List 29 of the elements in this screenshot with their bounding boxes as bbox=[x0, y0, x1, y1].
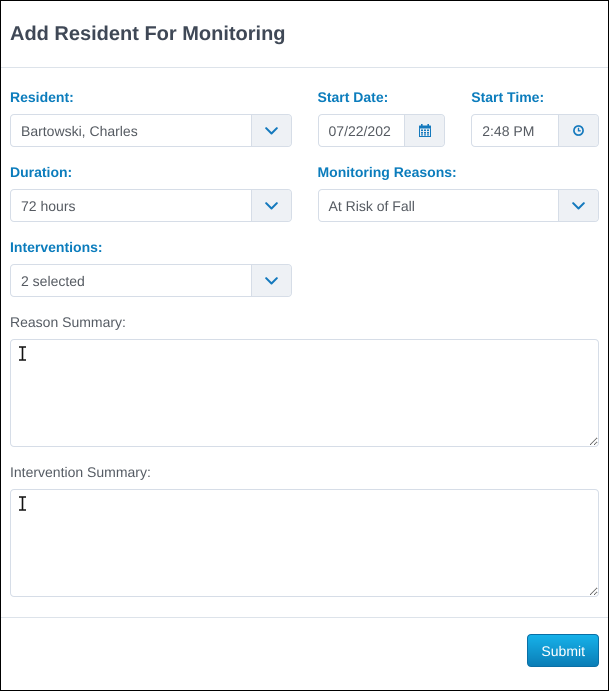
field-label: Start Date: bbox=[318, 89, 388, 106]
text-cursor-icon bbox=[18, 496, 27, 511]
calendar-button[interactable] bbox=[404, 115, 444, 146]
chevron-down-icon bbox=[264, 202, 278, 210]
clock-icon bbox=[573, 125, 584, 136]
dropdown[interactable]: At Risk of Fall bbox=[318, 189, 599, 222]
dropdown-toggle-button[interactable] bbox=[558, 190, 598, 221]
dropdown-toggle-button[interactable] bbox=[250, 115, 290, 146]
dropdown[interactable]: 2 selected bbox=[10, 264, 292, 297]
dropdown-toggle-button[interactable] bbox=[250, 265, 290, 296]
chevron-down-icon bbox=[264, 276, 278, 284]
dropdown-toggle-button[interactable] bbox=[250, 190, 290, 221]
chevron-down-icon bbox=[264, 126, 278, 134]
text-cursor-icon bbox=[18, 346, 27, 361]
field-label: Duration: bbox=[10, 164, 72, 181]
field-label: Interventions: bbox=[10, 239, 103, 256]
dropdown[interactable]: Bartowski, Charles bbox=[10, 114, 292, 147]
date-field[interactable]: 07/22/202 bbox=[318, 114, 446, 147]
time-field[interactable]: 2:48 PM bbox=[471, 114, 599, 147]
clock-button[interactable] bbox=[558, 115, 598, 146]
field-label: Monitoring Reasons: bbox=[318, 164, 457, 181]
dropdown[interactable]: 72 hours bbox=[10, 189, 292, 222]
field-label: Reason Summary: bbox=[10, 314, 126, 331]
field-label: Intervention Summary: bbox=[10, 464, 151, 481]
chevron-down-icon bbox=[572, 202, 585, 210]
field-label: Start Time: bbox=[471, 89, 544, 106]
dialog-title: Add Resident For Monitoring bbox=[10, 22, 286, 46]
calendar-icon bbox=[418, 124, 431, 137]
field-label: Resident: bbox=[10, 89, 74, 106]
